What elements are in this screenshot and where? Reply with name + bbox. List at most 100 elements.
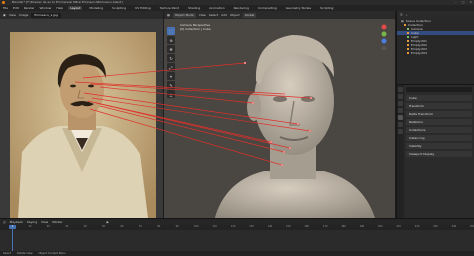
timeline-tick-label: 210 <box>396 225 401 228</box>
rotate-tool[interactable]: ↻ <box>167 54 175 62</box>
timeline-tick-label: 60 <box>120 225 124 228</box>
panel-transform[interactable]: Transform <box>406 103 472 109</box>
object-name-field[interactable]: Cube <box>406 95 472 101</box>
timeline-tick-label: 120 <box>230 225 236 228</box>
timeline-tick-label: 10 <box>28 225 32 228</box>
tab-rendering[interactable]: Rendering <box>232 6 251 10</box>
outliner-row[interactable]: Empty.004 <box>397 51 474 55</box>
menu-playback[interactable]: Playback <box>10 220 23 224</box>
play-icon[interactable]: ▶ <box>107 220 109 224</box>
tool-tab-icon[interactable] <box>398 87 403 92</box>
mode-select[interactable]: Object Mode <box>172 12 196 18</box>
mesh-icon <box>407 32 409 34</box>
window-title: Blender* [F:\Drawer de en to Emmanuel Mi… <box>12 0 123 4</box>
menu-object[interactable]: Object <box>230 13 240 17</box>
y-axis-icon <box>381 31 387 37</box>
panel-instancing[interactable]: Instancing <box>406 135 472 141</box>
menu-render[interactable]: Render <box>24 6 35 10</box>
annotate-tool[interactable]: ✎ <box>167 81 175 89</box>
tab-texture-paint[interactable]: Texture Paint <box>158 6 181 10</box>
transform-tool[interactable]: ⌖ <box>167 72 175 80</box>
timeline-tick-label: 100 <box>194 225 199 228</box>
status-context-hint: Object Context Menu <box>38 252 66 255</box>
scene-tab-icon[interactable] <box>398 108 403 113</box>
tab-sculpting[interactable]: Sculpting <box>110 6 128 10</box>
menu-window[interactable]: Window <box>40 6 52 10</box>
timeline-tick-label: 220 <box>414 225 420 228</box>
timeline-tick-label: 50 <box>102 225 106 228</box>
editor-type-icon[interactable]: ◷ <box>3 220 6 224</box>
timeline-tick-label: 160 <box>304 225 309 228</box>
playhead[interactable]: 1 <box>9 225 16 252</box>
light-icon <box>407 36 409 38</box>
timeline-tick-label: 190 <box>359 225 365 228</box>
menu-marker[interactable]: Marker <box>52 220 62 224</box>
panel-collections[interactable]: Collections <box>406 127 472 133</box>
measure-tool[interactable]: ⟂ <box>167 90 175 98</box>
tab-geometry-nodes[interactable]: Geometry Nodes <box>284 6 313 10</box>
panel-viewport-display[interactable]: Viewport Display <box>406 151 472 157</box>
menu-edit[interactable]: Edit <box>13 6 19 10</box>
output-tab-icon[interactable] <box>398 101 403 106</box>
tab-uv-editing[interactable]: UV Editing <box>133 6 153 10</box>
scale-tool[interactable]: ⤢ <box>167 63 175 71</box>
outliner: ☰ ⌕ ▤ Scene Collection Collection Camera… <box>396 11 474 84</box>
tab-layout[interactable]: Layout <box>68 6 83 10</box>
properties-editor: Cube Transform Delta Transform Relations… <box>396 84 474 219</box>
timeline: ◷ Playback Keying View Marker ▶ 01020304… <box>0 218 474 252</box>
timeline-ruler[interactable]: 0102030405060708090100110120130140150160… <box>0 225 474 230</box>
viewport-header: ▦ Object Mode View Select Add Object Glo… <box>164 11 395 19</box>
panel-relations[interactable]: Relations <box>406 119 472 125</box>
timeline-tick-label: 150 <box>286 225 291 228</box>
panel-visibility[interactable]: Visibility <box>406 143 472 149</box>
3d-viewport[interactable]: ▦ Object Mode View Select Add Object Glo… <box>164 11 395 218</box>
collection-icon: ▤ <box>401 19 404 23</box>
material-tab-icon[interactable] <box>398 129 403 134</box>
image-canvas[interactable] <box>0 19 163 218</box>
empty-icon <box>407 44 409 46</box>
menu-select[interactable]: Select <box>209 13 218 17</box>
outliner-search-icon[interactable]: ⌕ <box>406 13 408 17</box>
timeline-tick-label: 240 <box>451 225 457 228</box>
menu-add[interactable]: Add <box>221 13 227 17</box>
empty-icon <box>407 48 409 50</box>
cursor-tool[interactable]: ⊕ <box>167 36 175 44</box>
z-axis-icon <box>381 38 387 44</box>
timeline-tick-label: 90 <box>175 225 179 228</box>
move-tool[interactable]: ✥ <box>167 45 175 53</box>
render-tab-icon[interactable] <box>398 94 403 99</box>
navigation-gizmo[interactable] <box>377 22 391 52</box>
menu-help[interactable]: Help <box>56 6 63 10</box>
tab-modeling[interactable]: Modeling <box>87 6 105 10</box>
timeline-tick-label: 80 <box>157 225 161 228</box>
outliner-header: ☰ ⌕ <box>397 11 474 19</box>
select-box-tool[interactable]: ⬚ <box>167 27 175 35</box>
properties-search-input[interactable] <box>406 87 472 92</box>
editor-type-icon[interactable]: ☰ <box>400 13 403 17</box>
collection-icon <box>404 24 406 26</box>
tab-scripting[interactable]: Scripting <box>318 6 335 10</box>
timeline-tick-label: 230 <box>433 225 438 228</box>
panel-delta-transform[interactable]: Delta Transform <box>406 111 472 117</box>
editor-type-icon[interactable]: ▦ <box>167 13 170 17</box>
transform-orientation-select[interactable]: Global <box>242 12 257 18</box>
menu-view[interactable]: View <box>199 13 206 17</box>
menu-file[interactable]: File <box>3 6 8 10</box>
empty-icon <box>407 40 409 42</box>
timeline-tick-label: 140 <box>267 225 273 228</box>
modifier-tab-icon[interactable] <box>398 122 403 127</box>
tab-compositing[interactable]: Compositing <box>256 6 279 10</box>
timeline-tick-label: 40 <box>83 225 87 228</box>
image-name-field[interactable]: Eminescu_1.jpg <box>31 12 61 18</box>
current-frame-indicator[interactable]: 1 <box>9 225 16 229</box>
tool-shelf: ⬚ ⊕ ✥ ↻ ⤢ ⌖ ✎ ⟂ <box>167 27 176 99</box>
object-tab-icon[interactable] <box>398 115 403 120</box>
editor-type-icon[interactable]: ▣ <box>3 13 6 17</box>
menu-view[interactable]: View <box>41 220 48 224</box>
tab-animation[interactable]: Animation <box>207 6 226 10</box>
menu-keying[interactable]: Keying <box>27 220 37 224</box>
menu-image[interactable]: Image <box>19 13 28 17</box>
zoom-icon <box>381 45 387 51</box>
tab-shading[interactable]: Shading <box>186 6 202 10</box>
menu-view[interactable]: View <box>9 13 16 17</box>
